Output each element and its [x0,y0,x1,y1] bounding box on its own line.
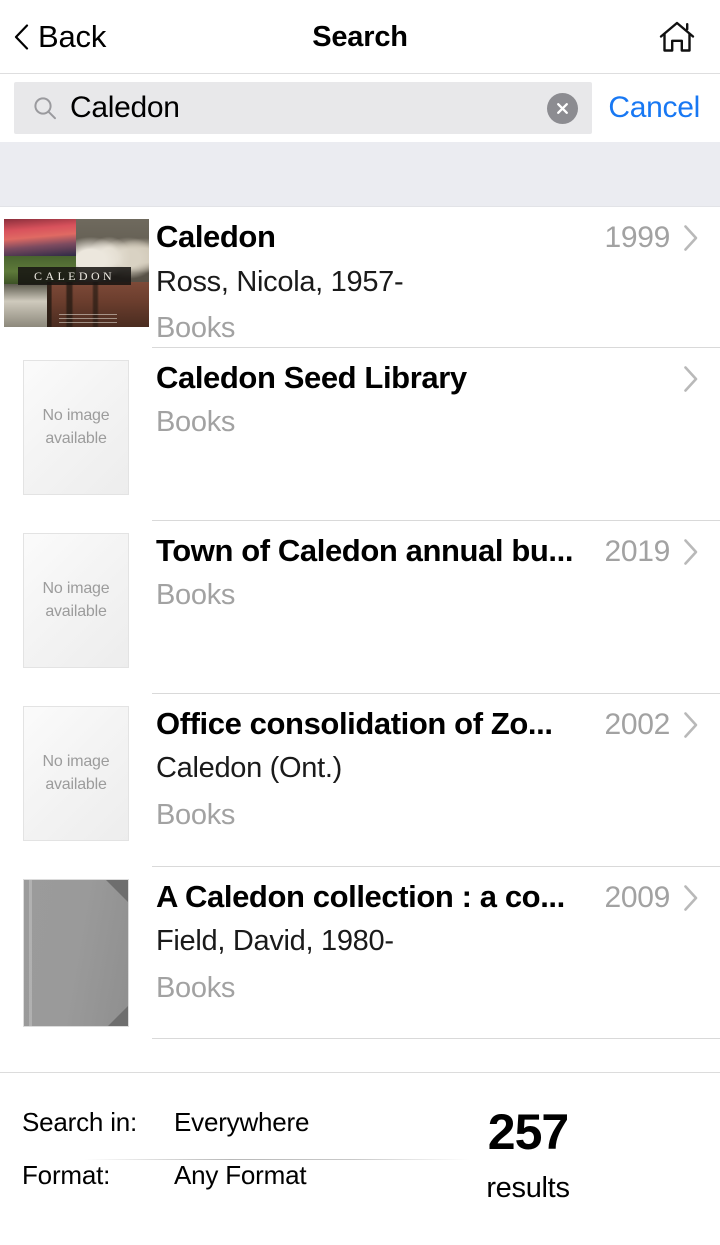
result-title: Caledon [156,219,276,254]
no-image-placeholder: No image available [23,532,129,668]
no-image-placeholder: No image available [23,705,129,841]
chevron-right-icon[interactable] [680,537,702,567]
table-row[interactable]: No image available Town of Caledon annua… [0,520,720,694]
result-year: 1999 [604,221,670,254]
search-field[interactable] [14,82,593,134]
book-cover-thumbnail [23,878,129,1027]
cancel-button[interactable]: Cancel [592,91,708,125]
chevron-left-icon [14,23,29,50]
clear-search-icon[interactable] [547,92,579,124]
search-footer: Search in: Everywhere Format: Any Format… [0,1072,720,1245]
result-year: 2002 [604,707,670,741]
search-bar: Cancel [0,74,720,142]
table-row[interactable]: A Caledon collection : a co... 2009 Fiel… [0,866,720,1039]
result-author: Caledon (Ont.) [156,752,342,785]
chevron-right-icon[interactable] [680,883,702,913]
result-title: A Caledon collection : a co... [156,878,565,914]
footer-filters: Search in: Everywhere Format: Any Format [0,1107,470,1212]
result-body: Town of Caledon annual bu... 2019 Books [152,521,720,694]
thumbnail-cell: No image available [0,348,152,495]
search-results-screen: Back Search Caledon Cancel CALEDON Caled… [0,0,720,1245]
placeholder-line-1: No image [42,752,110,770]
home-button[interactable] [634,0,720,74]
thumbnail-cell [0,867,152,1027]
chevron-right-icon[interactable] [680,710,702,740]
result-body: Caledon Seed Library Books [152,348,720,521]
results-count: 257 results [470,1107,638,1203]
result-author: Field, David, 1980- [156,925,394,958]
placeholder-line-1: No image [42,406,110,424]
thumbnail-cell: No image available [0,694,152,841]
result-body: Office consolidation of Zo... 2002 Caled… [152,694,720,867]
result-year: 2019 [604,534,670,568]
table-row[interactable]: No image available Office consolidation … [0,693,720,867]
results-list: CALEDON Caledon 1999 Ross, Nicola, 1957-… [0,207,720,1072]
result-format: Books [156,971,236,1004]
home-icon [658,20,696,54]
placeholder-line-2: available [45,429,107,447]
placeholder-line-2: available [45,775,107,793]
result-year: 2009 [604,880,670,914]
back-label: Back [38,19,107,54]
search-in-value[interactable]: Everywhere [174,1107,309,1138]
result-title: Caledon Seed Library [156,359,467,395]
search-in-label: Search in: [22,1107,138,1137]
back-button[interactable]: Back [0,0,120,73]
result-format: Books [156,579,236,612]
result-format: Books [156,311,236,344]
results-count-label: results [486,1172,570,1204]
result-body: Caledon 1999 Ross, Nicola, 1957- Books [152,207,720,348]
result-title: Office consolidation of Zo... [156,705,553,741]
result-format: Books [156,798,236,831]
format-row[interactable]: Format: Any Format [22,1160,470,1212]
book-cover-thumbnail: CALEDON [3,219,149,327]
search-input[interactable] [70,91,548,125]
format-label: Format: [22,1160,111,1190]
search-scope-band [0,142,720,207]
placeholder-line-1: No image [42,579,110,597]
format-value[interactable]: Any Format [174,1160,307,1191]
result-author: Ross, Nicola, 1957- [156,265,404,298]
chevron-right-icon[interactable] [680,364,702,394]
result-body: A Caledon collection : a co... 2009 Fiel… [152,867,720,1039]
placeholder-line-2: available [45,602,107,620]
thumbnail-cell: CALEDON [0,207,152,327]
cover-title-text: CALEDON [33,268,116,283]
table-row[interactable]: CALEDON Caledon 1999 Ross, Nicola, 1957-… [0,207,720,348]
result-title: Town of Caledon annual bu... [156,532,574,568]
thumbnail-cell: No image available [0,521,152,668]
results-count-number: 257 [487,1104,569,1160]
search-icon [32,95,58,121]
row-divider [152,1037,720,1039]
navigation-header: Back Search [0,0,720,74]
table-row[interactable]: No image available Caledon Seed Library [0,347,720,521]
chevron-right-icon[interactable] [680,223,702,253]
search-in-row[interactable]: Search in: Everywhere [22,1107,470,1159]
result-format: Books [156,406,236,439]
no-image-placeholder: No image available [23,359,129,495]
